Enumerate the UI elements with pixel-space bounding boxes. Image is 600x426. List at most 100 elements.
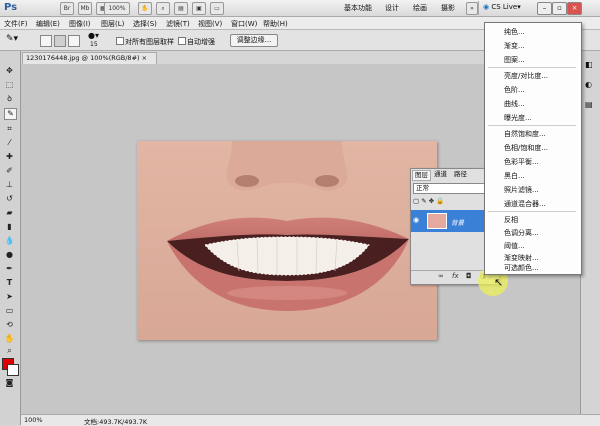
- close-button[interactable]: ×: [567, 2, 582, 15]
- auto-enhance-label: 自动增强: [187, 38, 215, 46]
- lock-position-icon[interactable]: ✥: [429, 197, 434, 205]
- lock-image-icon[interactable]: ✎: [421, 197, 426, 205]
- menu-select[interactable]: 选择(S): [133, 19, 157, 29]
- quick-mask-icon[interactable]: ◙: [4, 378, 15, 388]
- quick-selection-icon[interactable]: ✎▾: [6, 34, 18, 44]
- menu-item-solid-color[interactable]: 纯色...: [504, 27, 525, 37]
- visibility-eye-icon[interactable]: ◉: [413, 216, 419, 224]
- sample-all-checkbox[interactable]: [116, 37, 124, 45]
- path-selection-tool-icon[interactable]: ➤: [4, 292, 15, 302]
- layer-thumbnail: [427, 213, 447, 229]
- brush-tool-icon[interactable]: ✐: [4, 166, 15, 176]
- zoom-tool-icon[interactable]: ⌕: [4, 346, 15, 356]
- arrange-icon[interactable]: ▣: [192, 2, 206, 15]
- eyedropper-tool-icon[interactable]: ⁄: [4, 138, 15, 148]
- lasso-tool-icon[interactable]: ꝺ: [4, 94, 15, 104]
- menu-filter[interactable]: 滤镜(T): [166, 19, 190, 29]
- minimize-button[interactable]: –: [537, 2, 552, 15]
- menu-item-black-white[interactable]: 黑白...: [504, 171, 525, 181]
- clone-stamp-tool-icon[interactable]: ⊥: [4, 180, 15, 190]
- zoom-level-select[interactable]: 100%: [104, 2, 130, 15]
- menu-file[interactable]: 文件(F): [4, 19, 28, 29]
- crop-tool-icon[interactable]: ⌗: [4, 124, 15, 134]
- menu-item-exposure[interactable]: 曝光度...: [504, 113, 532, 123]
- menu-edit[interactable]: 编辑(E): [36, 19, 60, 29]
- workspace-design[interactable]: 设计: [385, 3, 399, 13]
- document-tab[interactable]: 1230176448.jpg @ 100%(RGB/8#) ×: [22, 52, 157, 64]
- menu-item-invert[interactable]: 反相: [504, 215, 518, 225]
- menu-item-threshold[interactable]: 阈值...: [504, 241, 525, 251]
- menu-item-pattern[interactable]: 图案...: [504, 55, 525, 65]
- bridge-button[interactable]: Br: [60, 2, 74, 15]
- type-tool-icon[interactable]: T: [4, 278, 15, 288]
- tab-paths[interactable]: 路径: [452, 170, 469, 179]
- move-tool-icon[interactable]: ✥: [4, 66, 15, 76]
- workspace-photography[interactable]: 摄影: [441, 3, 455, 13]
- menu-item-brightness-contrast[interactable]: 亮度/对比度...: [504, 71, 548, 81]
- menu-item-gradient-map[interactable]: 渐变映射...: [504, 253, 539, 263]
- blend-mode-select[interactable]: 正常: [413, 183, 485, 194]
- history-brush-tool-icon[interactable]: ↺: [4, 194, 15, 204]
- menu-layer[interactable]: 图层(L): [101, 19, 124, 29]
- refine-edge-button[interactable]: 调整边缘...: [230, 34, 278, 47]
- menu-item-gradient[interactable]: 渐变...: [504, 41, 525, 51]
- menu-help[interactable]: 帮助(H): [263, 19, 288, 29]
- menu-view[interactable]: 视图(V): [198, 19, 222, 29]
- cs-live-button[interactable]: ◉ CS Live▾: [483, 3, 521, 11]
- gradient-tool-icon[interactable]: ▮: [4, 222, 15, 232]
- divider: [478, 1, 479, 15]
- restore-button[interactable]: ▫: [552, 2, 567, 15]
- menu-item-levels[interactable]: 色阶...: [504, 85, 525, 95]
- add-to-selection-icon[interactable]: [54, 35, 66, 47]
- new-selection-icon[interactable]: [40, 35, 52, 47]
- brush-preset-icon[interactable]: ●▾: [88, 31, 99, 40]
- background-color-swatch[interactable]: [7, 364, 19, 376]
- status-zoom[interactable]: 100%: [24, 416, 43, 424]
- hand-tool-icon[interactable]: ✋: [4, 334, 15, 344]
- eraser-tool-icon[interactable]: ▰: [4, 208, 15, 218]
- menu-item-channel-mixer[interactable]: 通道混合器...: [504, 199, 546, 209]
- menu-item-curves[interactable]: 曲线...: [504, 99, 525, 109]
- screen-mode-icon[interactable]: ▭: [210, 2, 224, 15]
- add-mask-icon[interactable]: ◘: [466, 272, 472, 280]
- menu-item-hue-saturation[interactable]: 色相/饱和度...: [504, 143, 548, 153]
- mini-bridge-button[interactable]: Mb: [78, 2, 92, 15]
- auto-enhance-checkbox[interactable]: [178, 37, 186, 45]
- subtract-selection-icon[interactable]: [68, 35, 80, 47]
- color-panel-icon[interactable]: ◧: [585, 60, 593, 69]
- healing-brush-tool-icon[interactable]: ✚: [4, 152, 15, 162]
- blur-tool-icon[interactable]: 💧: [4, 236, 15, 246]
- quick-selection-tool-icon[interactable]: ✎: [4, 108, 17, 120]
- lock-all-icon[interactable]: 🔒: [436, 197, 444, 205]
- photo-canvas[interactable]: [137, 141, 437, 340]
- link-layers-icon[interactable]: ∞: [438, 272, 444, 280]
- tab-channels[interactable]: 通道: [432, 170, 449, 179]
- shape-tool-icon[interactable]: ▭: [4, 306, 15, 316]
- layer-row-background[interactable]: [411, 210, 489, 232]
- menu-item-selective-color[interactable]: 可选颜色...: [504, 263, 539, 273]
- grid-icon[interactable]: ▤: [174, 2, 188, 15]
- hand-icon[interactable]: ✋: [138, 2, 152, 15]
- layers-panel-icon[interactable]: ▤: [585, 100, 593, 109]
- menu-window[interactable]: 窗口(W): [231, 19, 257, 29]
- menu-item-photo-filter[interactable]: 照片滤镜...: [504, 185, 539, 195]
- adjustments-panel-icon[interactable]: ◐: [585, 80, 592, 89]
- menu-item-vibrance[interactable]: 自然饱和度...: [504, 129, 546, 139]
- menu-item-color-balance[interactable]: 色彩平衡...: [504, 157, 539, 167]
- layer-style-icon[interactable]: fx: [452, 272, 459, 280]
- workspace-essentials[interactable]: 基本功能: [344, 3, 372, 13]
- tab-layers[interactable]: 图层: [412, 170, 431, 181]
- pen-tool-icon[interactable]: ✒: [4, 264, 15, 274]
- zoom-icon[interactable]: ⌕: [156, 2, 170, 15]
- marquee-tool-icon[interactable]: ⬚: [4, 80, 15, 90]
- menu-item-posterize[interactable]: 色调分离...: [504, 228, 539, 238]
- workspace-painting[interactable]: 绘画: [413, 3, 427, 13]
- close-document-icon[interactable]: ×: [142, 54, 147, 62]
- menu-image[interactable]: 图像(I): [69, 19, 91, 29]
- 3d-rotate-tool-icon[interactable]: ⟲: [4, 320, 15, 330]
- cs-live-label: CS Live▾: [491, 3, 521, 11]
- mouth-photo: [137, 141, 437, 340]
- more-workspaces-button[interactable]: »: [466, 2, 478, 15]
- lock-transparent-icon[interactable]: ▢: [413, 197, 419, 205]
- dodge-tool-icon[interactable]: ●: [4, 250, 15, 260]
